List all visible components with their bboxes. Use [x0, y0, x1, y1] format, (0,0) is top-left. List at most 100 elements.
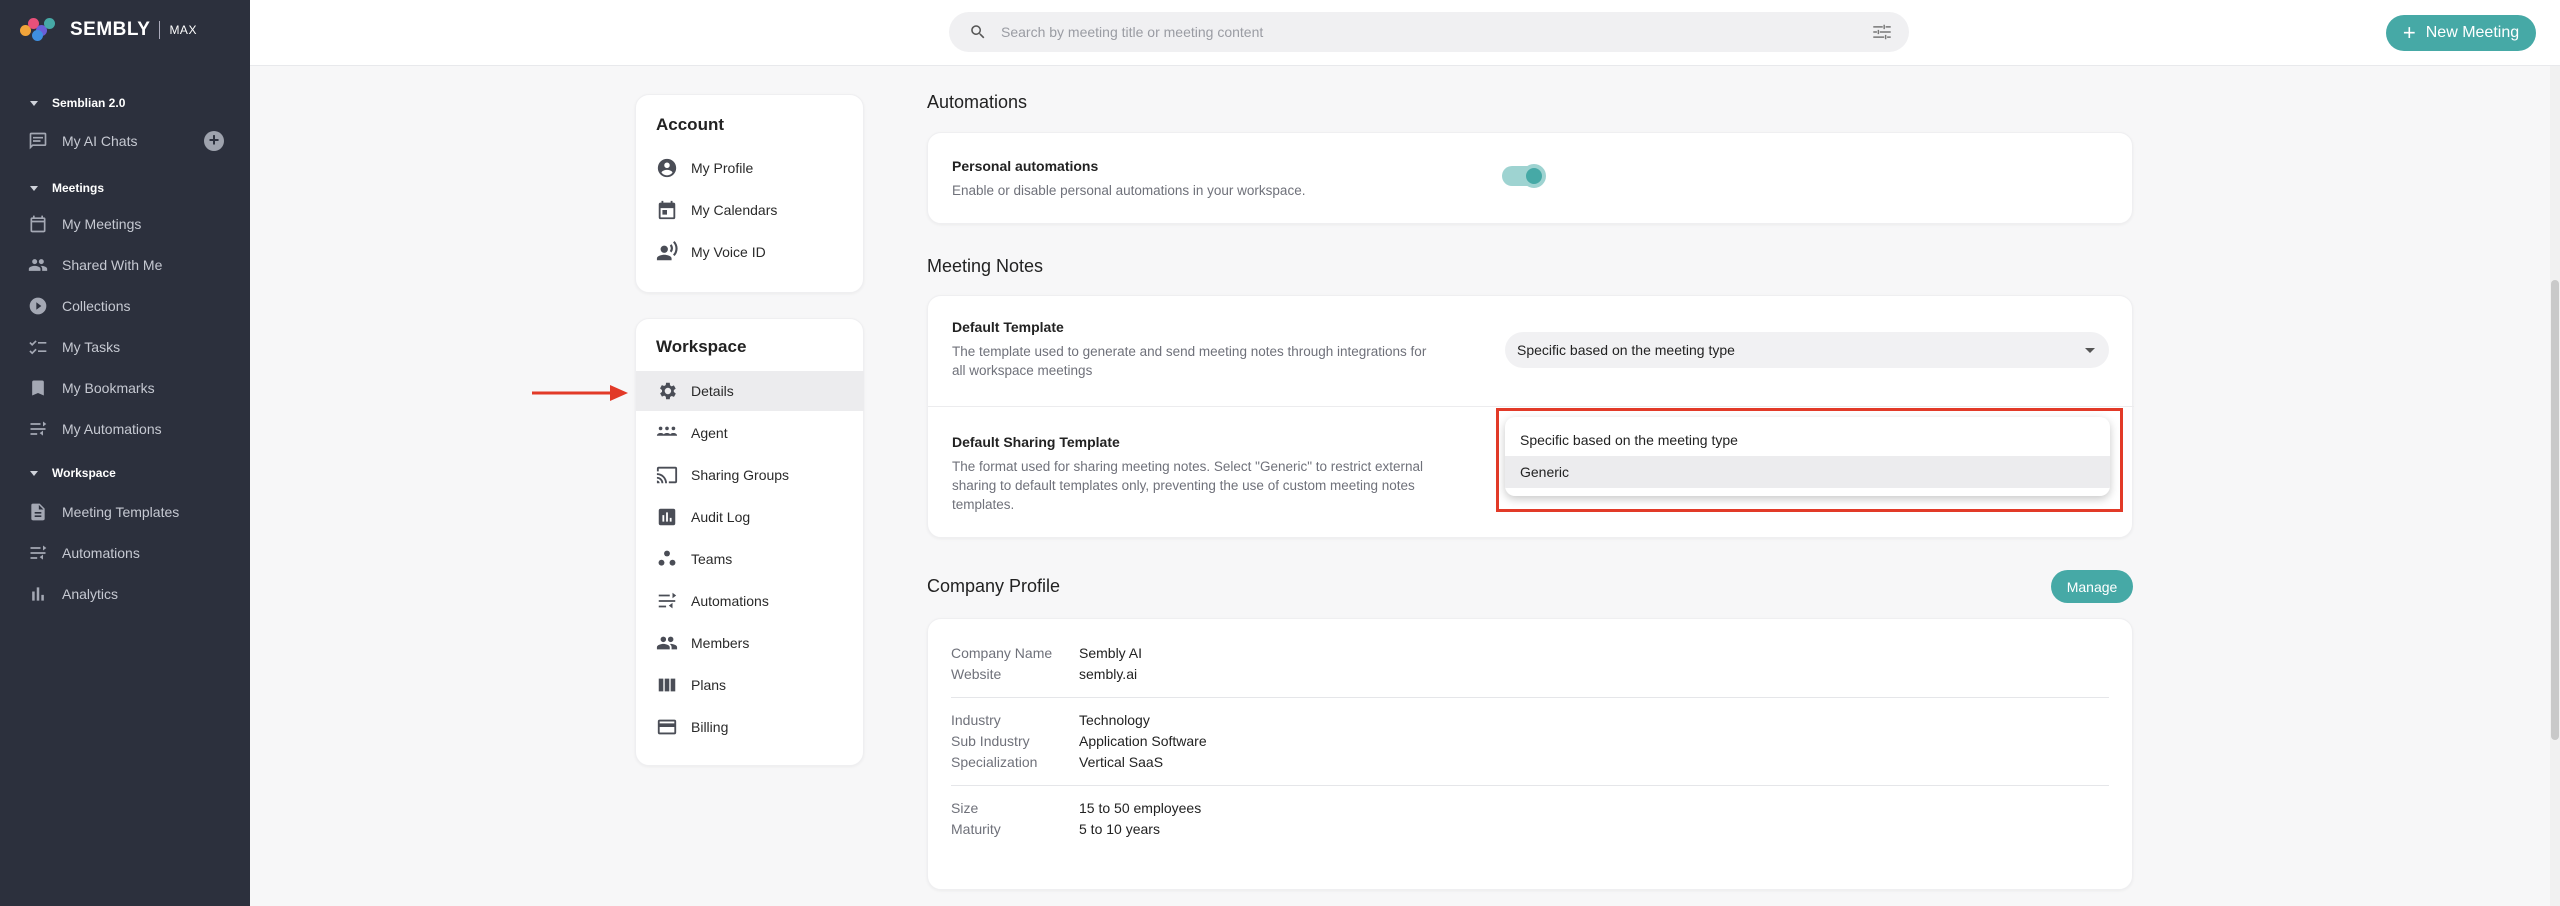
- sidebar-item-label: My Meetings: [62, 216, 142, 232]
- sidebar-item-label: My Bookmarks: [62, 380, 155, 396]
- sub-industry-value: Application Software: [1079, 733, 1207, 749]
- sidebar-item-label: Analytics: [62, 586, 119, 602]
- nav-item-billing[interactable]: Billing: [636, 707, 864, 747]
- website-value: sembly.ai: [1079, 666, 1138, 682]
- bar-chart-icon: [32, 587, 44, 601]
- dropdown-option-specific[interactable]: Specific based on the meeting type: [1505, 424, 2110, 456]
- brand-name: SEMBLY: [70, 19, 151, 40]
- default-template-select[interactable]: Specific based on the meeting type: [1505, 332, 2109, 368]
- new-meeting-button[interactable]: + New Meeting: [2386, 15, 2536, 51]
- plus-icon: +: [2402, 20, 2416, 45]
- select-value: Specific based on the meeting type: [1517, 342, 1735, 358]
- sidebar-item-analytics[interactable]: Analytics: [28, 582, 228, 606]
- automation-icon: [30, 421, 47, 436]
- company-profile-section-title: Company Profile: [927, 576, 1061, 596]
- nav-item-label: Plans: [691, 677, 727, 693]
- sidebar-item-label: Meeting Templates: [62, 504, 180, 520]
- sidebar-section-meetings[interactable]: Meetings: [30, 181, 104, 195]
- sidebar-item-label: My Tasks: [62, 339, 121, 355]
- company-divider: [951, 785, 2109, 786]
- logo-mark-icon: [20, 18, 62, 42]
- nav-item-label: My Voice ID: [691, 244, 766, 260]
- filter-sliders-icon[interactable]: [1873, 24, 1891, 40]
- voice-id-icon: [656, 241, 678, 261]
- sidebar-section-label: Workspace: [52, 466, 116, 480]
- sidebar-item-label: My Automations: [62, 421, 162, 437]
- row-divider: [928, 406, 2134, 407]
- website-label: Website: [951, 666, 1002, 682]
- account-nav-card: Account My Profile My Calendars My Voice…: [635, 94, 864, 293]
- industry-info-group: Industry Technology Sub Industry Applicati…: [951, 710, 1207, 773]
- dropdown-option-generic[interactable]: Generic: [1505, 456, 2110, 488]
- desc-line: The template used to generate and send m…: [952, 344, 1427, 359]
- sidebar-item-label: Collections: [62, 298, 131, 314]
- nav-item-label: Sharing Groups: [691, 467, 790, 483]
- credit-card-icon: [657, 719, 677, 735]
- nav-item-audit-log[interactable]: Audit Log: [636, 497, 864, 537]
- nav-item-members[interactable]: Members: [636, 623, 864, 663]
- sidebar-item-meeting-templates[interactable]: Meeting Templates: [28, 500, 228, 524]
- people-icon: [28, 259, 48, 271]
- brand-tier: MAX: [169, 23, 197, 37]
- personal-automations-toggle[interactable]: [1502, 164, 1546, 188]
- sidebar-item-shared-with-me[interactable]: Shared With Me: [28, 253, 228, 277]
- people-icon: [656, 636, 678, 650]
- default-template-title: Default Template: [952, 319, 1064, 335]
- nav-item-label: Teams: [691, 551, 733, 567]
- size-label: Size: [951, 800, 979, 816]
- nav-item-my-voice-id[interactable]: My Voice ID: [636, 232, 864, 272]
- columns-icon: [658, 678, 676, 692]
- sharing-template-row: Default Sharing Template The format used…: [952, 434, 1472, 514]
- meeting-notes-section-title: Meeting Notes: [927, 256, 1044, 276]
- nav-item-my-profile[interactable]: My Profile: [636, 148, 864, 188]
- sidebar-item-label: My AI Chats: [62, 133, 138, 149]
- nav-item-my-calendars[interactable]: My Calendars: [636, 190, 864, 230]
- maturity-label: Maturity: [951, 821, 1001, 837]
- industry-value: Technology: [1079, 712, 1150, 728]
- chat-icon: [29, 132, 47, 150]
- sidebar-item-my-bookmarks[interactable]: My Bookmarks: [28, 376, 228, 400]
- nav-item-label: Billing: [691, 719, 729, 735]
- manage-button[interactable]: Manage: [2051, 570, 2133, 603]
- automation-icon: [30, 545, 47, 560]
- search-bar[interactable]: [949, 12, 1909, 52]
- toggle-knob: [1522, 164, 1546, 188]
- calendar-icon: [658, 200, 676, 220]
- sidebar-item-my-meetings[interactable]: My Meetings: [28, 212, 228, 236]
- automation-icon: [658, 592, 677, 609]
- sidebar-item-collections[interactable]: Collections: [28, 294, 228, 318]
- user-circle-icon: [657, 158, 677, 178]
- size-info-group: Size 15 to 50 employees Maturity 5 to 10 y…: [951, 798, 1201, 840]
- nav-item-teams[interactable]: Teams: [636, 539, 864, 579]
- sidebar-section-semblian[interactable]: Semblian 2.0: [30, 96, 125, 110]
- desc-line: templates.: [952, 497, 1015, 512]
- search-input[interactable]: [1001, 24, 1821, 40]
- personal-automations-title: Personal automations: [952, 158, 1099, 174]
- desc-line: all workspace meetings: [952, 363, 1093, 378]
- nav-item-plans[interactable]: Plans: [636, 665, 864, 705]
- scrollbar-thumb[interactable]: [2551, 280, 2559, 740]
- play-circle-icon: [29, 297, 47, 315]
- nav-item-label: Details: [691, 383, 734, 399]
- chevron-down-icon: [30, 185, 38, 191]
- desc-line: sharing to default templates only, preve…: [952, 478, 1415, 493]
- size-value: 15 to 50 employees: [1079, 800, 1202, 816]
- industry-label: Industry: [951, 712, 1001, 728]
- workspace-nav-title: Workspace: [656, 337, 747, 356]
- checklist-icon: [29, 340, 47, 355]
- sidebar-item-my-tasks[interactable]: My Tasks: [28, 335, 228, 359]
- chevron-down-icon: [30, 470, 38, 476]
- sidebar-section-workspace[interactable]: Workspace: [30, 466, 116, 480]
- sembly-logo[interactable]: SEMBLY MAX: [20, 18, 197, 42]
- sidebar-item-automations[interactable]: Automations: [28, 541, 228, 565]
- nav-item-automations[interactable]: Automations: [636, 581, 864, 621]
- nav-item-sharing-groups[interactable]: Sharing Groups: [636, 455, 864, 495]
- nav-item-agent[interactable]: Agent: [636, 413, 864, 453]
- sidebar-item-my-ai-chats[interactable]: My AI Chats: [28, 129, 228, 153]
- sidebar-item-my-automations[interactable]: My Automations: [28, 417, 228, 441]
- company-name-value: Sembly AI: [1079, 645, 1143, 661]
- add-chat-button[interactable]: +: [204, 131, 224, 151]
- nav-item-label: Agent: [691, 425, 728, 441]
- teams-icon: [658, 550, 676, 566]
- nav-item-details[interactable]: Details: [636, 371, 864, 411]
